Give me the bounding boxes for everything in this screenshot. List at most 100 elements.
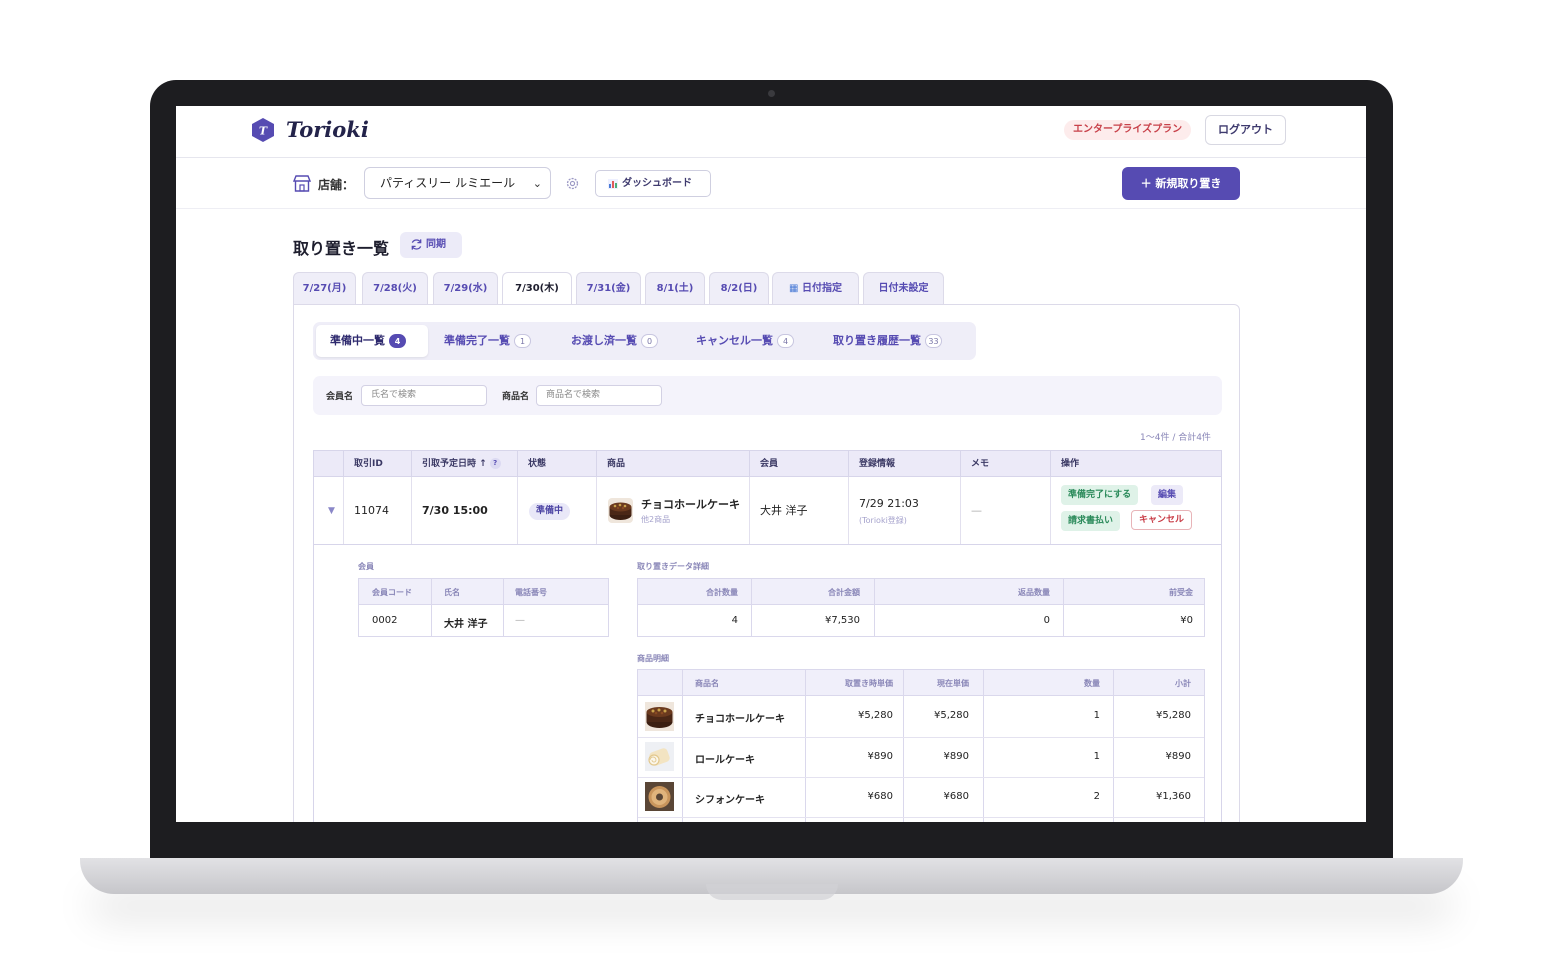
sync-button[interactable]: 同期 bbox=[400, 232, 462, 258]
chocolate-cake-image bbox=[608, 498, 633, 523]
tab-0801[interactable]: 8/1(土) bbox=[645, 272, 705, 304]
tab-preparing-count: 4 bbox=[389, 334, 406, 348]
item-hold-price: ¥890 bbox=[867, 751, 893, 762]
logout-button[interactable]: ログアウト bbox=[1205, 115, 1286, 145]
item-qty: 2 bbox=[1093, 791, 1100, 802]
member-search-input[interactable]: 氏名で検索 bbox=[361, 385, 487, 406]
th-actions: 操作 bbox=[1061, 459, 1080, 469]
chiffon-cake-image bbox=[645, 782, 674, 811]
logo-icon: T bbox=[252, 118, 274, 142]
store-select[interactable]: パティスリー ルミエール ⌄ bbox=[364, 167, 551, 199]
chocolate-cake-image bbox=[645, 702, 674, 731]
row-status-cell: 準備中 bbox=[518, 477, 597, 544]
sum-prepaid-value: ¥0 bbox=[1180, 615, 1193, 626]
items-hold-price-header: 取置き時単価 bbox=[845, 679, 893, 688]
calendar-icon: ▦ bbox=[789, 283, 802, 294]
gear-icon[interactable] bbox=[565, 176, 580, 191]
expand-cell[interactable]: ▼ bbox=[314, 477, 344, 544]
laptop-bezel bbox=[150, 822, 1393, 858]
store-label: 店舗： bbox=[318, 178, 355, 192]
tab-ready-count: 1 bbox=[514, 334, 531, 348]
member-detail-table: 会員コード 氏名 電話番号 0002 大井 洋子 — bbox=[358, 578, 609, 637]
tab-ready[interactable]: 準備完了一覧 1 bbox=[444, 325, 554, 357]
dashboard-button[interactable]: ダッシュボード bbox=[595, 170, 711, 197]
mark-ready-button[interactable]: 準備完了にする bbox=[1061, 485, 1139, 505]
row-id: 11074 bbox=[344, 477, 412, 544]
tab-handed[interactable]: お渡し済一覧 0 bbox=[571, 325, 681, 357]
chevron-down-icon[interactable]: ▼ bbox=[328, 506, 335, 516]
table-row[interactable]: ▼ 11074 7/30 15:00 準備中 チョコホールケーキ 他2商品 大井… bbox=[313, 477, 1222, 545]
status-badge: 準備中 bbox=[529, 503, 571, 520]
items-name-header: 商品名 bbox=[695, 679, 719, 688]
tab-handed-label: お渡し済一覧 bbox=[571, 334, 637, 347]
divider bbox=[638, 737, 1204, 738]
tab-0730[interactable]: 7/30(木) bbox=[502, 272, 572, 305]
tab-preparing[interactable]: 準備中一覧 4 bbox=[316, 325, 428, 357]
bar-chart-icon bbox=[608, 179, 618, 189]
camera-icon bbox=[768, 90, 775, 97]
tab-ready-label: 準備完了一覧 bbox=[444, 334, 510, 347]
member-name-header: 氏名 bbox=[444, 588, 460, 597]
row-detail: 会員 会員コード 氏名 電話番号 0002 大井 洋子 — 取り置きデータ詳細 bbox=[313, 545, 1222, 822]
app-header: T Torioki エンタープライズプラン ログアウト bbox=[176, 106, 1366, 158]
stage: T Torioki エンタープライズプラン ログアウト 店舗： パティスリー ル… bbox=[0, 0, 1542, 973]
sync-label: 同期 bbox=[426, 239, 446, 250]
row-product-sub: 他2商品 bbox=[641, 515, 671, 524]
store-toolbar: 店舗： パティスリー ルミエール ⌄ ダッシュボード ＋ 新規取り置き bbox=[176, 158, 1366, 209]
member-phone-value: — bbox=[515, 615, 525, 626]
sum-qty-header: 合計数量 bbox=[706, 588, 738, 597]
new-reservation-button[interactable]: ＋ 新規取り置き bbox=[1122, 167, 1240, 200]
row-member: 大井 洋子 bbox=[750, 477, 849, 544]
tab-0802[interactable]: 8/2(日) bbox=[709, 272, 769, 304]
store-select-value: パティスリー ルミエール bbox=[380, 176, 516, 190]
items-now-price-header: 現在単価 bbox=[937, 679, 969, 688]
divider bbox=[751, 579, 752, 636]
plan-badge: エンタープライズプラン bbox=[1064, 120, 1192, 140]
sum-amount-value: ¥7,530 bbox=[825, 615, 860, 626]
svg-text:T: T bbox=[259, 125, 268, 138]
divider bbox=[638, 777, 1204, 778]
th-status: 状態 bbox=[518, 451, 597, 478]
item-qty: 1 bbox=[1093, 710, 1100, 721]
divider bbox=[503, 579, 504, 636]
row-registered-sub: (Torioki登録) bbox=[859, 516, 907, 525]
tab-history[interactable]: 取り置き履歴一覧 33 bbox=[833, 325, 973, 357]
member-section-label: 会員 bbox=[358, 562, 374, 571]
paging-info: 1〜4件 / 合計4件 bbox=[1140, 433, 1211, 443]
tab-no-date[interactable]: 日付未設定 bbox=[863, 272, 944, 304]
invoice-button[interactable]: 請求書払い bbox=[1061, 511, 1121, 531]
product-filter-label: 商品名 bbox=[502, 392, 530, 402]
help-icon[interactable]: ? bbox=[489, 458, 501, 469]
tab-handed-count: 0 bbox=[641, 334, 658, 348]
items-qty-header: 数量 bbox=[1084, 679, 1100, 688]
item-hold-price: ¥680 bbox=[867, 791, 893, 802]
sum-qty-value: 4 bbox=[731, 615, 738, 626]
edit-button[interactable]: 編集 bbox=[1151, 485, 1184, 505]
item-name: シフォンケーキ bbox=[695, 795, 765, 806]
item-now-price: ¥680 bbox=[943, 791, 969, 802]
items-table: 商品名 取置き時単価 現在単価 数量 小計 チョコホールケーキ ¥5,280 ¥… bbox=[637, 669, 1205, 822]
member-name-value: 大井 洋子 bbox=[444, 619, 488, 630]
divider bbox=[682, 670, 683, 822]
th-expand bbox=[314, 451, 344, 478]
th-product: 商品 bbox=[597, 451, 750, 478]
tab-0729[interactable]: 7/29(水) bbox=[433, 272, 498, 304]
tab-cancelled[interactable]: キャンセル一覧 4 bbox=[696, 325, 816, 357]
item-name: ロールケーキ bbox=[695, 755, 755, 766]
cancel-button[interactable]: キャンセル bbox=[1131, 510, 1193, 530]
tab-date-pick[interactable]: ▦ 日付指定 bbox=[772, 272, 859, 304]
tab-0731[interactable]: 7/31(金) bbox=[576, 272, 641, 304]
item-now-price: ¥5,280 bbox=[934, 710, 969, 721]
sum-returns-value: 0 bbox=[1043, 615, 1050, 626]
th-member: 会員 bbox=[750, 451, 849, 478]
row-product-name: チョコホールケーキ bbox=[641, 498, 740, 511]
tab-0727[interactable]: 7/27(月) bbox=[293, 272, 356, 304]
summary-section-label: 取り置きデータ詳細 bbox=[637, 562, 709, 571]
th-pickup[interactable]: 引取予定日時 ↑? bbox=[412, 451, 518, 478]
tab-0728[interactable]: 7/28(火) bbox=[362, 272, 428, 304]
product-search-input[interactable]: 商品名で検索 bbox=[536, 385, 662, 406]
item-now-price: ¥890 bbox=[943, 751, 969, 762]
item-hold-price: ¥5,280 bbox=[858, 710, 893, 721]
roll-cake-image bbox=[645, 742, 674, 771]
item-name: チョコホールケーキ bbox=[695, 714, 785, 725]
